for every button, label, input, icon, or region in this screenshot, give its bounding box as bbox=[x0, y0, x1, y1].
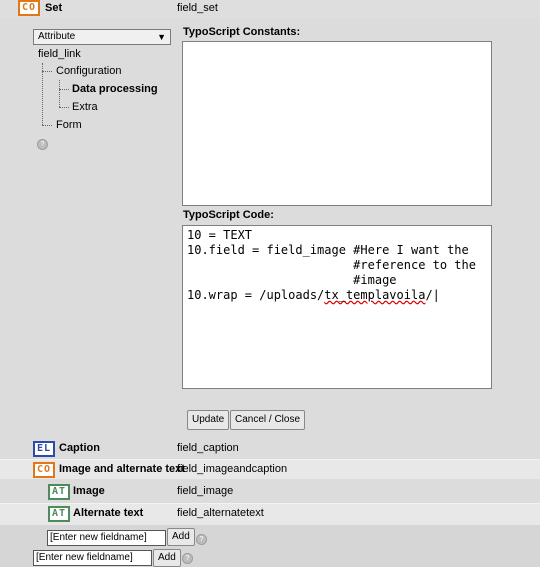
code-label: TypoScript Code: bbox=[183, 209, 274, 221]
tree-root: field_link bbox=[38, 48, 81, 60]
alternate-text-field: field_alternatetext bbox=[177, 507, 264, 519]
code-line: 10.wrap = /uploads/ bbox=[187, 288, 325, 302]
tree-connector bbox=[59, 107, 69, 108]
constants-textarea[interactable] bbox=[182, 41, 492, 206]
container-tag-icon: CO bbox=[18, 0, 41, 16]
new-fieldname-input[interactable]: [Enter new fieldname] bbox=[33, 550, 152, 566]
code-line: 10.field = field_image #Here I want the bbox=[187, 243, 469, 257]
help-icon[interactable]: ? bbox=[37, 139, 48, 150]
code-textarea[interactable]: 10 = TEXT 10.field = field_image #Here I… bbox=[182, 225, 492, 389]
help-icon[interactable]: ? bbox=[196, 534, 207, 545]
type-select-value: Attribute bbox=[38, 31, 76, 42]
type-select[interactable]: Attribute ▼ bbox=[33, 29, 171, 45]
set-title: Set bbox=[45, 2, 63, 14]
code-line-end: /| bbox=[425, 288, 440, 302]
code-content: 10 = TEXT 10.field = field_image #Here I… bbox=[187, 228, 487, 303]
tree-item-extra[interactable]: Extra bbox=[72, 101, 98, 113]
tree-connector bbox=[42, 63, 43, 125]
update-button[interactable]: Update bbox=[187, 410, 230, 430]
attribute-tag-icon: AT bbox=[48, 506, 71, 522]
tree-item-configuration[interactable]: Configuration bbox=[56, 65, 121, 77]
add-button[interactable]: Add bbox=[167, 528, 195, 546]
help-icon[interactable]: ? bbox=[182, 553, 193, 564]
image-alt-title: Image and alternate text bbox=[59, 463, 185, 475]
tree-connector bbox=[59, 89, 69, 90]
set-field: field_set bbox=[177, 2, 218, 14]
tree-connector bbox=[59, 80, 60, 107]
row-divider bbox=[0, 459, 540, 460]
tree-connector bbox=[42, 71, 52, 72]
caption-field: field_caption bbox=[177, 442, 239, 454]
attribute-tag-icon: AT bbox=[48, 484, 71, 500]
chevron-down-icon: ▼ bbox=[157, 32, 166, 42]
tree-item-form[interactable]: Form bbox=[56, 119, 82, 131]
new-fieldname-input[interactable]: [Enter new fieldname] bbox=[47, 530, 166, 546]
code-line: #reference to the bbox=[187, 258, 476, 272]
element-tag-icon: EL bbox=[33, 441, 56, 457]
add-button[interactable]: Add bbox=[153, 549, 181, 567]
cancel-close-button[interactable]: Cancel / Close bbox=[230, 410, 306, 430]
container-tag-icon: CO bbox=[33, 462, 56, 478]
tree-item-data-processing[interactable]: Data processing bbox=[72, 83, 158, 95]
misspelled-word: tx_templavoila bbox=[324, 288, 426, 302]
image-alt-field: field_imageandcaption bbox=[177, 463, 288, 475]
code-line: #image bbox=[187, 273, 397, 287]
set-row bbox=[0, 0, 540, 18]
mapping-tree-panel bbox=[0, 18, 178, 439]
alternate-text-title: Alternate text bbox=[73, 507, 144, 519]
row-divider bbox=[0, 503, 540, 504]
caption-title: Caption bbox=[59, 442, 100, 454]
tree-connector bbox=[42, 125, 52, 126]
code-line: 10 = TEXT bbox=[187, 228, 253, 242]
image-title: Image bbox=[73, 485, 105, 497]
constants-label: TypoScript Constants: bbox=[183, 26, 301, 38]
image-field: field_image bbox=[177, 485, 234, 497]
